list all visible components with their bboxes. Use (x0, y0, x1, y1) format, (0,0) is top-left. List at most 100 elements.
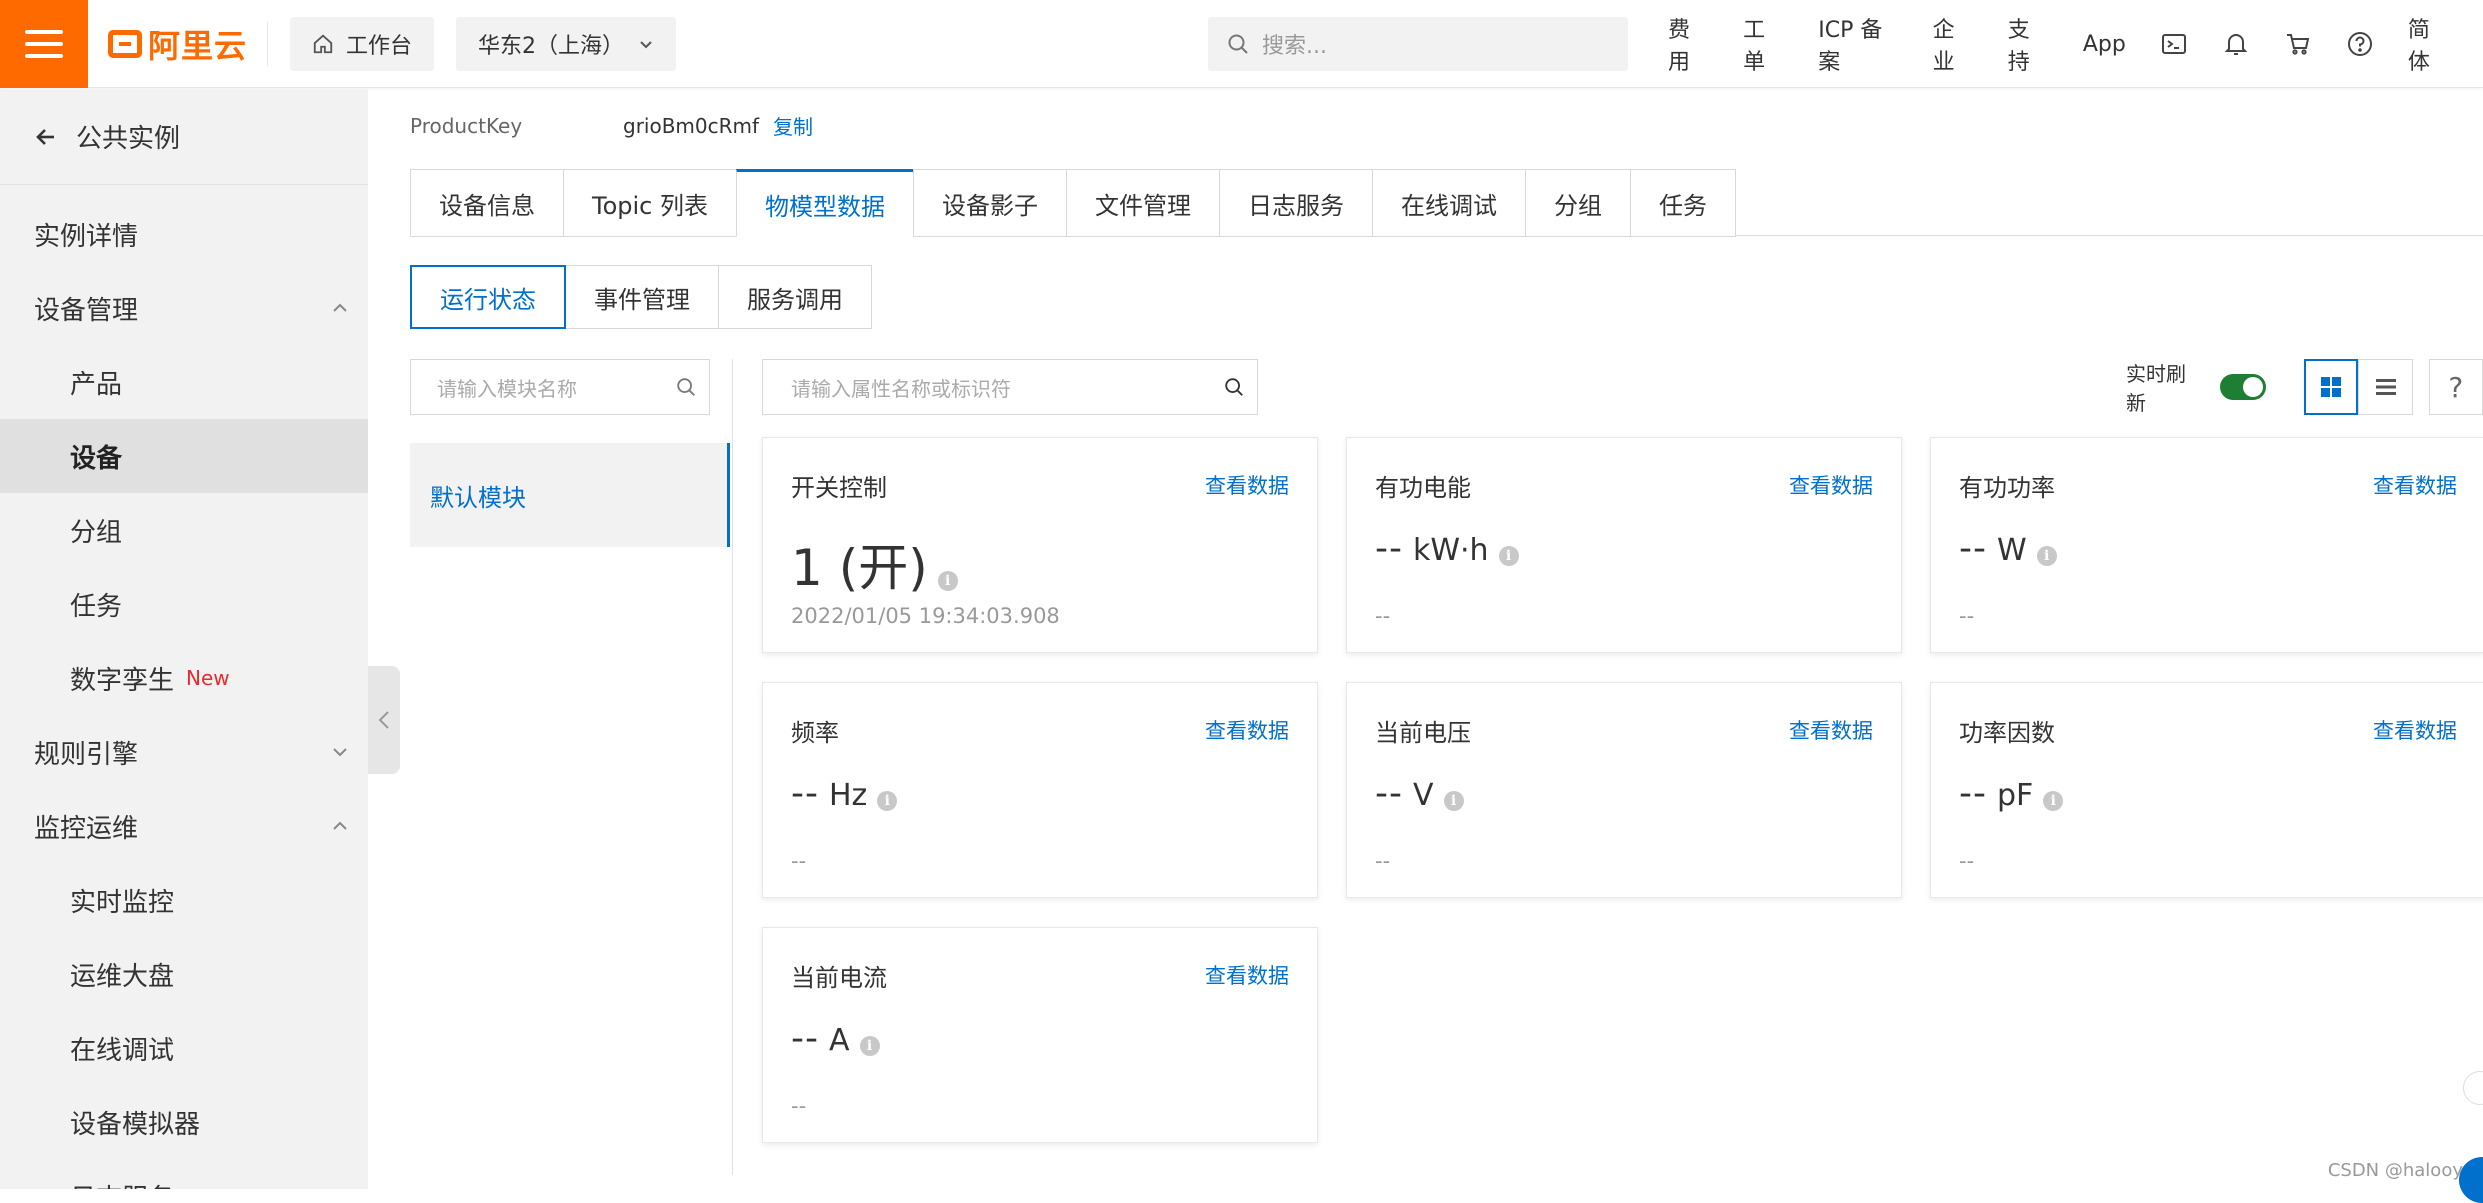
property-card-frequency: 频率 查看数据 -- Hz i -- (762, 682, 1318, 898)
tab-tasks[interactable]: 任务 (1630, 169, 1736, 237)
copy-link[interactable]: 复制 (773, 111, 813, 140)
info-icon[interactable]: i (1444, 791, 1464, 811)
card-title: 开关控制 (791, 468, 887, 503)
card-value-text: -- (791, 773, 819, 814)
card-value-text: 1 (开) (791, 528, 928, 600)
workbench-button[interactable]: 工作台 (290, 17, 434, 71)
help-button[interactable]: ? (2429, 359, 2483, 415)
product-key-value: grioBm0cRmf (623, 114, 759, 138)
sidebar-item-device-simulator[interactable]: 设备模拟器 (0, 1085, 368, 1159)
terminal-icon[interactable] (2160, 29, 2188, 59)
chevron-up-icon (330, 298, 350, 318)
tab-online-debug[interactable]: 在线调试 (1372, 169, 1525, 237)
view-data-link[interactable]: 查看数据 (2373, 715, 2457, 745)
back-to-instances[interactable]: 公共实例 (0, 89, 368, 185)
card-value-text: -- (1375, 528, 1403, 569)
info-icon[interactable]: i (877, 791, 897, 811)
card-value: 1 (开) i (791, 528, 958, 600)
sidebar-item-products[interactable]: 产品 (0, 345, 368, 419)
card-value-text: -- (1959, 528, 1987, 569)
sidebar-item-ops-dashboard[interactable]: 运维大盘 (0, 937, 368, 1011)
subtab-running-status[interactable]: 运行状态 (410, 265, 566, 329)
sidebar-item-label: 实时监控 (70, 882, 174, 919)
info-icon[interactable]: i (860, 1036, 880, 1056)
module-search-input[interactable]: 请输入模块名称 (410, 359, 710, 415)
realtime-refresh-toggle[interactable] (2220, 374, 2267, 400)
logo[interactable]: 阿里云 (108, 22, 268, 66)
card-value: -- pF i (1959, 773, 2063, 814)
subtab-event-management[interactable]: 事件管理 (566, 265, 719, 329)
sidebar-group-rules-engine[interactable]: 规则引擎 (0, 715, 368, 789)
menu-icon[interactable] (0, 0, 88, 88)
card-value: -- V i (1375, 773, 1464, 814)
nav-enterprise[interactable]: 企业 (1933, 12, 1974, 76)
tab-device-shadow[interactable]: 设备影子 (913, 169, 1066, 237)
property-card-switch: 开关控制 查看数据 1 (开) i 2022/01/05 19:34:03.90… (762, 437, 1318, 653)
nav-tickets[interactable]: 工单 (1743, 12, 1784, 76)
info-icon[interactable]: i (2037, 546, 2057, 566)
sidebar-item-instance-detail[interactable]: 实例详情 (0, 197, 368, 271)
card-title: 有功电能 (1375, 468, 1471, 503)
card-title: 当前电压 (1375, 713, 1471, 748)
card-timestamp: -- (791, 849, 806, 873)
view-data-link[interactable]: 查看数据 (1789, 470, 1873, 500)
sidebar-item-digital-twin[interactable]: 数字孪生 New (0, 641, 368, 715)
sidebar-group-device-management[interactable]: 设备管理 (0, 271, 368, 345)
language-switch[interactable]: 简体 (2408, 12, 2449, 76)
view-data-link[interactable]: 查看数据 (1789, 715, 1873, 745)
region-label: 华东2（上海） (478, 28, 624, 60)
realtime-refresh-label: 实时刷新 (2126, 358, 2204, 416)
info-icon[interactable]: i (938, 571, 958, 591)
view-data-link[interactable]: 查看数据 (1205, 960, 1289, 990)
subtab-service-call[interactable]: 服务调用 (719, 265, 872, 329)
cart-icon[interactable] (2284, 29, 2312, 59)
nav-icp[interactable]: ICP 备案 (1818, 12, 1898, 76)
product-key-label: ProductKey (410, 114, 623, 138)
card-unit: pF (1997, 778, 2033, 813)
chevron-down-icon (638, 36, 654, 52)
property-search-input[interactable]: 请输入属性名称或标识符 (762, 359, 1258, 415)
bell-icon[interactable] (2222, 29, 2250, 59)
sidebar-item-label: 日志服务 (70, 1178, 174, 1190)
tab-groups[interactable]: 分组 (1525, 169, 1630, 237)
sidebar-item-devices[interactable]: 设备 (0, 419, 368, 493)
region-select[interactable]: 华东2（上海） (456, 17, 676, 71)
tab-tsl-data[interactable]: 物模型数据 (736, 169, 913, 237)
floating-action-button[interactable] (2463, 1071, 2483, 1105)
info-icon[interactable]: i (1499, 546, 1519, 566)
card-value-text: -- (1375, 773, 1403, 814)
sidebar-item-realtime-monitor[interactable]: 实时监控 (0, 863, 368, 937)
view-data-link[interactable]: 查看数据 (1205, 715, 1289, 745)
sidebar-item-label: 数字孪生 (70, 660, 174, 697)
card-value-text: -- (791, 1018, 819, 1059)
aliyun-logo-icon (108, 30, 142, 58)
sidebar-item-online-debug[interactable]: 在线调试 (0, 1011, 368, 1085)
tab-topic-list[interactable]: Topic 列表 (563, 169, 736, 237)
view-data-link[interactable]: 查看数据 (2373, 470, 2457, 500)
view-data-link[interactable]: 查看数据 (1205, 470, 1289, 500)
sidebar-item-tasks[interactable]: 任务 (0, 567, 368, 641)
module-item-default[interactable]: 默认模块 (410, 443, 730, 547)
nav-app[interactable]: App (2083, 32, 2126, 57)
card-unit: W (1997, 533, 2027, 568)
device-tabs: 设备信息 Topic 列表 物模型数据 设备影子 文件管理 日志服务 在线调试 … (410, 169, 1736, 237)
sidebar-item-groups[interactable]: 分组 (0, 493, 368, 567)
sidebar-item-log-service[interactable]: 日志服务 (0, 1159, 368, 1189)
search-input[interactable]: 搜索... (1208, 17, 1628, 71)
info-icon[interactable]: i (2043, 791, 2063, 811)
card-view-button[interactable] (2304, 359, 2358, 415)
sidebar-group-monitoring[interactable]: 监控运维 (0, 789, 368, 863)
tab-device-info[interactable]: 设备信息 (410, 169, 563, 237)
nav-support[interactable]: 支持 (2008, 12, 2049, 76)
sidebar-item-label: 设备管理 (34, 290, 138, 327)
card-title: 有功功率 (1959, 468, 2055, 503)
card-value: -- kW·h i (1375, 528, 1519, 569)
sidebar-item-label: 设备模拟器 (70, 1104, 200, 1141)
help-icon[interactable] (2346, 29, 2374, 59)
nav-fees[interactable]: 费用 (1668, 12, 1709, 76)
property-search-placeholder: 请输入属性名称或标识符 (791, 373, 1011, 402)
tab-file-management[interactable]: 文件管理 (1066, 169, 1219, 237)
list-view-button[interactable] (2358, 359, 2412, 415)
tab-log-service[interactable]: 日志服务 (1219, 169, 1372, 237)
main-content: ProductKey grioBm0cRmf 复制 设备信息 Topic 列表 … (368, 89, 2483, 1189)
